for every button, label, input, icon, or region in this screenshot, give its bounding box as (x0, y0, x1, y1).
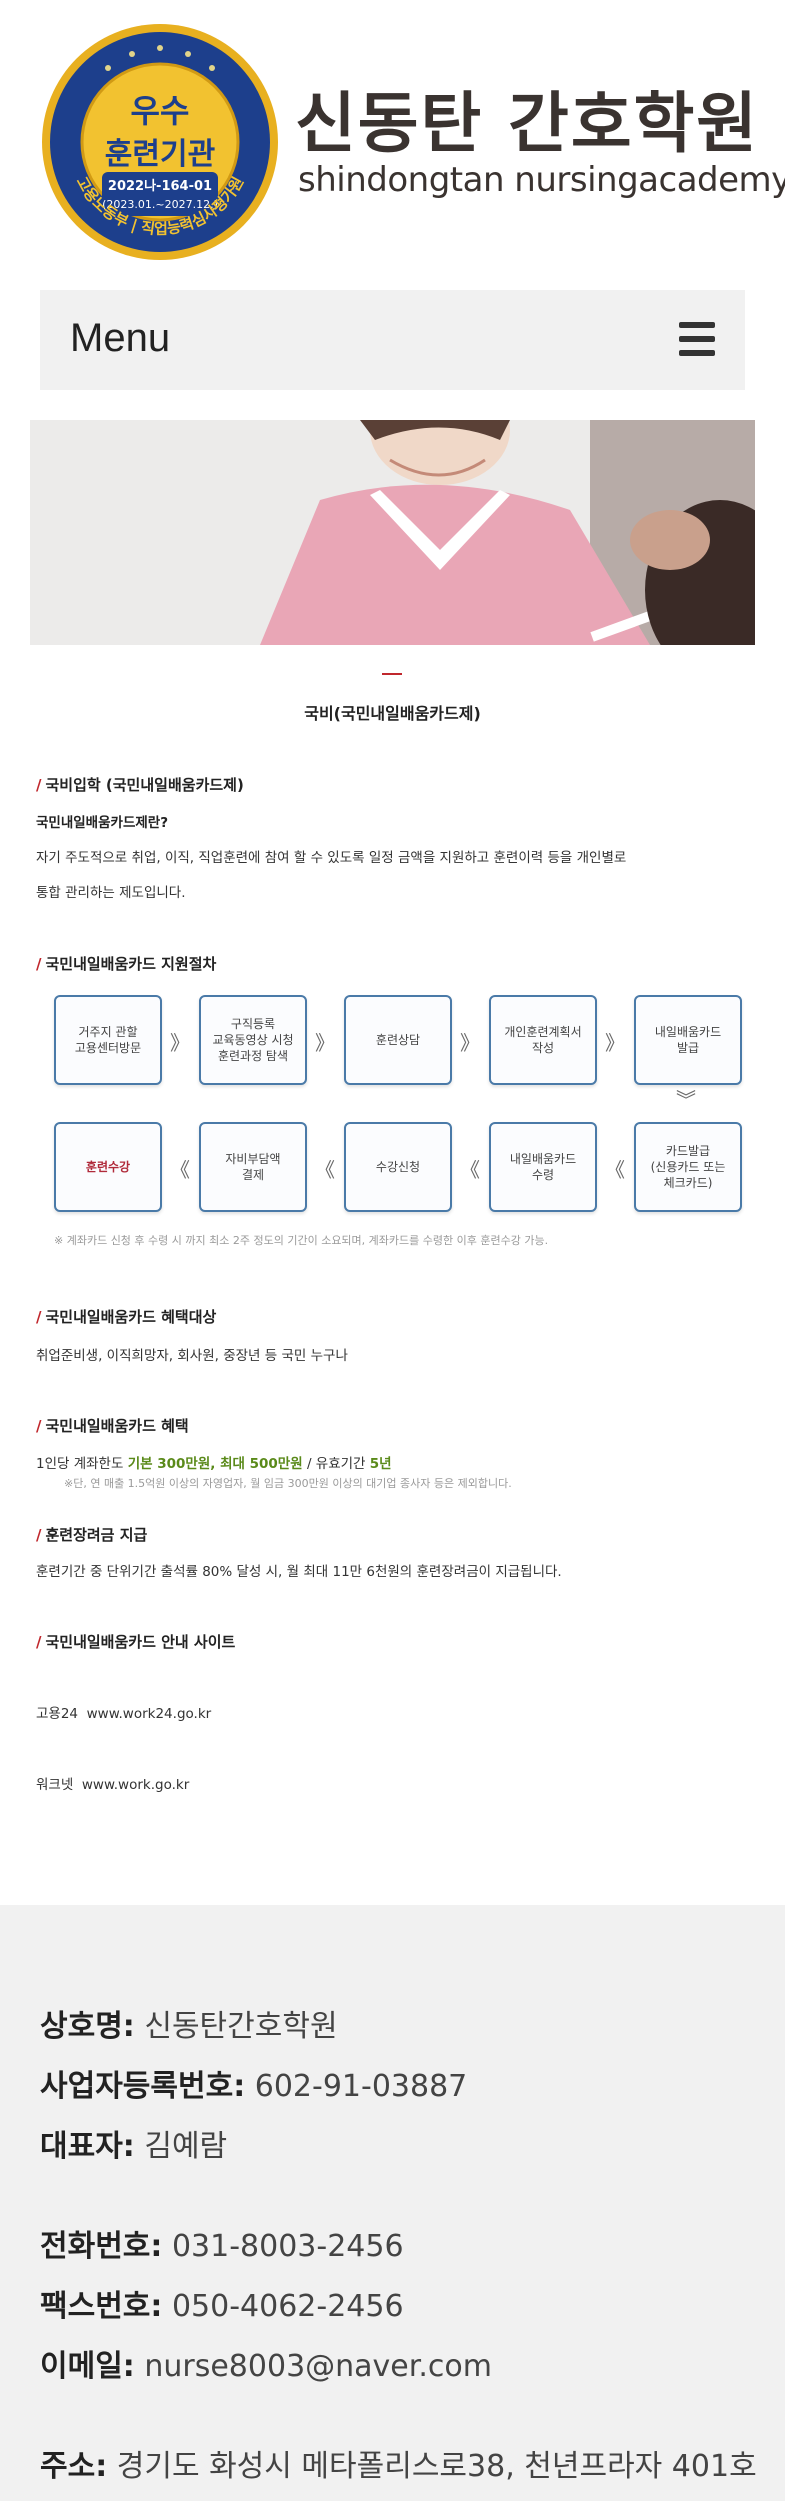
footer-value: 신동탄간호학원 (144, 2009, 338, 2044)
section-heading-sites: / 국민내일배움카드 안내 사이트 (36, 1631, 235, 1652)
site-name: 워크넷 (36, 1777, 74, 1793)
slash-marker: / (36, 1526, 42, 1544)
entry-description-line1: 자기 주도적으로 취업, 이직, 직업훈련에 참여 할 수 있도록 일정 금액을… (36, 850, 627, 866)
right-arrow-icon: 》 (460, 1031, 480, 1055)
footer-phone: 전화번호: 031-8003-2456 (40, 2221, 404, 2265)
section-heading-entry: / 국비입학 (국민내일배움카드제) (36, 774, 244, 795)
footer-address: 주소: 경기도 화성시 메타폴리스로38, 천년프라자 401호 (40, 2441, 757, 2485)
site-header: 우수 훈련기관 2022나-164-01 (2023.01.~2027.12.)… (0, 0, 785, 280)
left-arrow-icon: 《 (605, 1158, 625, 1182)
footer-label: 사업자등록번호: (40, 2069, 246, 2104)
section-heading-text: 국비입학 (국민내일배움카드제) (45, 776, 244, 794)
slash-marker: / (36, 955, 42, 973)
benefit-prefix: 1인당 계좌한도 (36, 1456, 128, 1472)
benefit-period: 5년 (369, 1456, 392, 1472)
footer-label: 전화번호: (40, 2229, 163, 2264)
slash-marker: / (36, 776, 42, 794)
right-arrow-icon: 》 (315, 1031, 335, 1055)
site-footer: 상호명: 신동탄간호학원 사업자등록번호: 602-91-03887 대표자: … (0, 1905, 785, 2501)
page-title: 국비(국민내일배움카드제) (304, 704, 481, 723)
brand-name-korean[interactable]: 신동탄 간호학원 (295, 70, 759, 166)
left-arrow-icon: 《 (170, 1158, 190, 1182)
site-name: 고용24 (36, 1706, 79, 1722)
incentive-description: 훈련기간 중 단위기간 출석률 80% 달성 시, 월 최대 11만 6천원의 … (36, 1564, 562, 1580)
footer-label: 대표자: (40, 2129, 135, 2164)
benefit-amount: 기본 300만원, 최대 500만원 (127, 1456, 303, 1472)
footer-company: 상호명: 신동탄간호학원 (40, 2001, 338, 2045)
step-course-application: 수강신청 (344, 1122, 452, 1212)
left-arrow-icon: 《 (460, 1158, 480, 1182)
section-heading-procedure: / 국민내일배움카드 지원절차 (36, 953, 216, 974)
benefit-description: 1인당 계좌한도 기본 300만원, 최대 500만원 / 유효기간 5년 (36, 1452, 392, 1472)
section-heading-text: 국민내일배움카드 혜택 (45, 1417, 189, 1435)
step-training-plan: 개인훈련계획서 작성 (489, 995, 597, 1085)
section-heading-text: 국민내일배움카드 지원절차 (45, 955, 217, 973)
step-visit-employment-center: 거주지 관할 고용센터방문 (54, 995, 162, 1085)
footer-value[interactable]: nurse8003@naver.com (144, 2349, 492, 2384)
section-heading-target: / 국민내일배움카드 혜택대상 (36, 1306, 216, 1327)
nurse-photo-illustration (30, 420, 755, 645)
hamburger-menu-icon[interactable] (679, 322, 715, 356)
menu-label[interactable]: Menu (70, 316, 170, 361)
footer-label: 주소: (40, 2449, 108, 2484)
footer-label: 이메일: (40, 2349, 135, 2384)
footer-value: 김예람 (144, 2129, 228, 2164)
section-heading-benefit: / 국민내일배움카드 혜택 (36, 1415, 189, 1436)
entry-description-line2: 통합 관리하는 제도입니다. (36, 885, 186, 901)
down-arrow-icon: ︾ (676, 1088, 696, 1112)
hero-banner-image (30, 420, 755, 645)
step-training-consultation: 훈련상담 (344, 995, 452, 1085)
footer-value: 050-4062-2456 (171, 2289, 404, 2324)
seal-code: 2022나-164-01 (108, 178, 212, 194)
left-arrow-icon: 《 (315, 1158, 335, 1182)
right-arrow-icon: 》 (170, 1031, 190, 1055)
footer-fax: 팩스번호: 050-4062-2456 (40, 2281, 404, 2325)
target-description: 취업준비생, 이직희망자, 회사원, 중장년 등 국민 누구나 (36, 1348, 348, 1364)
step-card-type: 카드발급 (신용카드 또는 체크카드) (634, 1122, 742, 1212)
site-link-work24[interactable]: 고용24 www.work24.go.kr (36, 1702, 211, 1722)
procedure-note: ※ 계좌카드 신청 후 수령 시 까지 최소 2주 정도의 기간이 소요되며, … (54, 1234, 549, 1247)
brand-name-english[interactable]: shindongtan nursingacademy (298, 160, 785, 200)
section-heading-text: 국민내일배움카드 안내 사이트 (45, 1633, 236, 1651)
page: 우수 훈련기관 2022나-164-01 (2023.01.~2027.12.)… (0, 0, 785, 2501)
step-take-training: 훈련수강 (54, 1122, 162, 1212)
site-url[interactable]: www.work24.go.kr (87, 1706, 212, 1722)
right-arrow-icon: 》 (605, 1031, 625, 1055)
section-heading-incentive: / 훈련장려금 지급 (36, 1524, 147, 1545)
menu-bar[interactable]: Menu (40, 290, 745, 390)
step-self-payment: 자비부담액 결제 (199, 1122, 307, 1212)
footer-email: 이메일: nurse8003@naver.com (40, 2341, 492, 2385)
section-heading-text: 국민내일배움카드 혜택대상 (45, 1308, 217, 1326)
benefit-note: ※단, 연 매출 1.5억원 이상의 자영업자, 월 임금 300만원 이상의 … (64, 1477, 512, 1490)
site-url[interactable]: www.work.go.kr (82, 1777, 189, 1793)
slash-marker: / (36, 1633, 42, 1651)
award-seal-logo[interactable]: 우수 훈련기관 2022나-164-01 (2023.01.~2027.12.)… (40, 22, 280, 262)
section-heading-text: 훈련장려금 지급 (45, 1526, 148, 1544)
slash-marker: / (36, 1417, 42, 1435)
seal-main-text: 훈련기관 (105, 137, 215, 172)
step-card-issuance: 내일배움카드 발급 (634, 995, 742, 1085)
footer-label: 팩스번호: (40, 2289, 163, 2324)
footer-value: 경기도 화성시 메타폴리스로38, 천년프라자 401호 (116, 2449, 757, 2484)
footer-label: 상호명: (40, 2009, 135, 2044)
entry-subheading: 국민내일배움카드제란? (36, 815, 169, 831)
seal-top-text: 우수 (131, 92, 190, 130)
benefit-middle: / 유효기간 (302, 1456, 370, 1472)
slash-marker: / (36, 1308, 42, 1326)
footer-value[interactable]: 031-8003-2456 (172, 2229, 404, 2264)
footer-ceo: 대표자: 김예람 (40, 2121, 227, 2165)
step-job-registration: 구직등록 교육동영상 시청 훈련과정 탐색 (199, 995, 307, 1085)
footer-business-number: 사업자등록번호: 602-91-03887 (40, 2061, 467, 2105)
footer-value: 602-91-03887 (254, 2069, 468, 2104)
title-accent-bar (382, 673, 402, 675)
site-link-worknet[interactable]: 워크넷 www.work.go.kr (36, 1773, 189, 1793)
step-card-receipt: 내일배움카드 수령 (489, 1122, 597, 1212)
